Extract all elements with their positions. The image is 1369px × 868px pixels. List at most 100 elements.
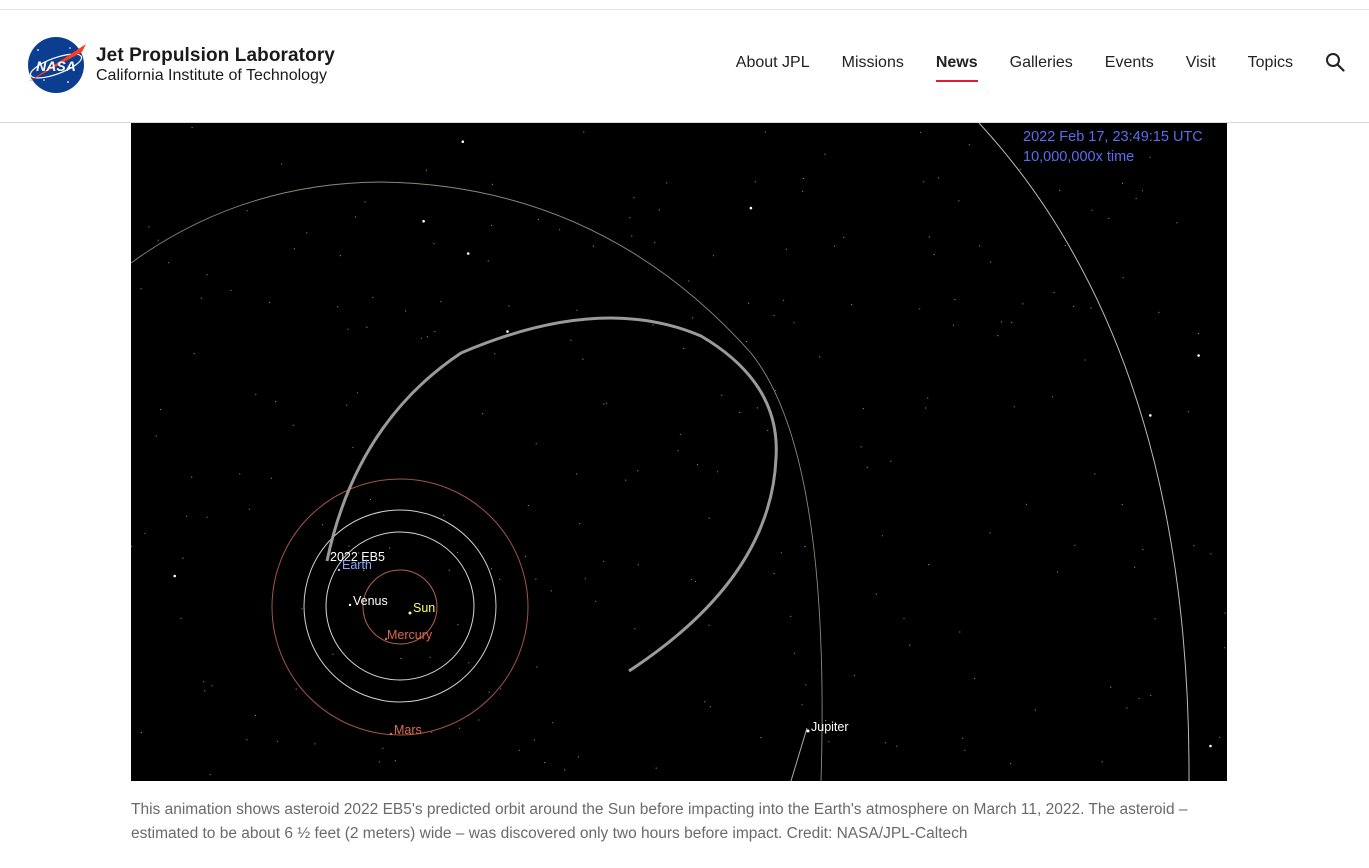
star <box>804 546 806 548</box>
star <box>160 409 162 411</box>
star <box>1056 571 1059 573</box>
star <box>584 578 586 580</box>
star <box>767 429 769 431</box>
star <box>491 183 493 185</box>
star <box>382 747 384 749</box>
star <box>433 243 435 245</box>
lab-name: Jet Propulsion Laboratory <box>96 44 335 66</box>
star <box>1134 566 1136 568</box>
star <box>634 628 636 630</box>
star <box>550 590 552 592</box>
star <box>890 460 892 462</box>
star <box>487 260 489 262</box>
star <box>1084 359 1086 361</box>
star <box>801 704 803 706</box>
star <box>332 653 334 655</box>
star <box>704 701 706 703</box>
star <box>1176 222 1178 224</box>
star <box>570 339 572 341</box>
star <box>140 288 142 290</box>
star <box>1135 198 1137 200</box>
star <box>352 446 354 449</box>
star <box>500 688 502 690</box>
star <box>1110 686 1112 688</box>
star <box>230 289 232 292</box>
star <box>431 731 433 733</box>
star <box>140 732 142 734</box>
star <box>655 767 657 769</box>
star <box>306 232 308 234</box>
star <box>1187 411 1189 413</box>
star <box>927 397 929 399</box>
star <box>544 762 546 764</box>
star <box>346 404 348 406</box>
star <box>246 739 248 741</box>
star <box>536 666 538 668</box>
nav-visit[interactable]: Visit <box>1186 54 1216 80</box>
star <box>1193 545 1195 547</box>
star <box>440 301 442 303</box>
star <box>666 182 668 184</box>
star <box>491 224 493 227</box>
star <box>790 615 792 617</box>
star <box>191 126 193 129</box>
nav-missions[interactable]: Missions <box>842 54 904 80</box>
star <box>490 568 493 570</box>
earth-marker <box>337 568 341 572</box>
star <box>1094 473 1096 475</box>
sun-marker <box>408 611 412 615</box>
star <box>1154 618 1156 620</box>
star <box>629 217 631 219</box>
search-button[interactable] <box>1325 52 1347 74</box>
star <box>958 200 960 202</box>
star <box>292 424 294 426</box>
nav-news[interactable]: News <box>935 54 978 82</box>
star <box>1011 321 1013 324</box>
orbit-animation[interactable]: 2022 EB5 Earth Venus Sun Mercury Mars Ju… <box>131 123 1227 781</box>
speed-readout: 10,000,000x time <box>1023 149 1134 165</box>
star <box>631 235 633 237</box>
star <box>180 617 182 619</box>
nav-events[interactable]: Events <box>1105 54 1154 80</box>
star <box>276 740 278 742</box>
star <box>482 413 484 415</box>
nav-topics[interactable]: Topics <box>1248 54 1293 80</box>
star <box>783 299 785 301</box>
star <box>1197 332 1199 335</box>
star <box>1142 548 1144 551</box>
star <box>903 617 905 619</box>
star <box>749 206 753 210</box>
star <box>745 340 748 343</box>
star <box>254 714 257 717</box>
sun-label: Sun <box>413 601 435 615</box>
star <box>920 131 922 133</box>
star <box>443 514 445 516</box>
star <box>637 564 639 566</box>
star <box>989 532 991 534</box>
star <box>625 479 627 481</box>
star <box>369 499 372 501</box>
star <box>269 301 271 303</box>
jpl-logo-link[interactable]: NASA Jet Propulsion Laboratory Californi… <box>24 36 335 94</box>
star <box>582 358 584 360</box>
star <box>1209 744 1212 748</box>
star <box>997 335 999 337</box>
star <box>203 681 205 683</box>
mercury-label: Mercury <box>387 628 433 642</box>
nav-galleries[interactable]: Galleries <box>1010 54 1073 80</box>
star <box>155 435 157 437</box>
star <box>506 330 509 333</box>
star <box>860 446 862 448</box>
star <box>989 261 992 263</box>
star <box>802 190 804 192</box>
earth-label: Earth <box>342 558 372 572</box>
star <box>348 545 350 547</box>
nav-about-jpl[interactable]: About JPL <box>736 54 810 80</box>
star <box>478 719 480 721</box>
star <box>925 407 927 409</box>
star <box>144 532 146 534</box>
star <box>494 353 496 355</box>
star <box>1010 763 1012 765</box>
star <box>372 296 374 299</box>
star <box>780 552 782 554</box>
